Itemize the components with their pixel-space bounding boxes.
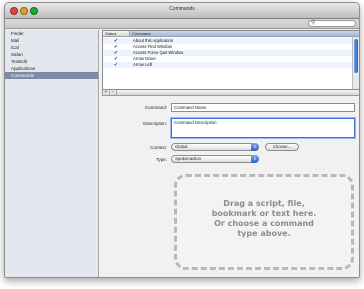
sidebar-item-safari[interactable]: Safari [5, 51, 98, 58]
search-icon: ⚲ [311, 20, 316, 26]
type-value: Spokenaction [175, 156, 202, 161]
description-field[interactable]: Command Description [171, 118, 355, 138]
choose-button[interactable]: Choose... [265, 143, 299, 151]
sidebar: Finder Mail iCal Safari TextEdit Applica… [5, 30, 99, 277]
sidebar-item-ical[interactable]: iCal [5, 44, 98, 51]
title-bar: Commands [5, 3, 359, 19]
scrollbar-thumb[interactable] [354, 39, 358, 73]
context-popup[interactable]: Global ⇕ [171, 143, 259, 151]
column-header-status[interactable]: Status [103, 31, 130, 37]
drop-zone[interactable]: Drag a script, file, bookmark or text he… [174, 174, 354, 270]
remove-command-button[interactable]: − [110, 90, 117, 95]
window-title: Commands [169, 6, 195, 12]
table-row[interactable]: ✔ Arrow Left [103, 62, 353, 68]
add-command-button[interactable]: + [103, 90, 110, 95]
sidebar-item-mail[interactable]: Mail [5, 37, 98, 44]
type-label: Type: [155, 157, 167, 162]
command-name-field[interactable]: Command Name [171, 103, 355, 112]
sidebar-item-applications[interactable]: Applications [5, 65, 98, 72]
context-label: Context: [150, 145, 167, 150]
table-scrollbar[interactable] [352, 37, 359, 89]
main-panel: Status Command ✔ About this Application … [100, 30, 359, 277]
drop-zone-instructions: Drag a script, file, bookmark or text he… [211, 199, 317, 238]
toolbar: ⚲ [5, 19, 359, 29]
sidebar-item-commands[interactable]: Commands [5, 72, 98, 79]
window: Commands ⚲ Finder Mail iCal Safari TextE… [4, 2, 360, 278]
commands-table: Status Command ✔ About this Application … [102, 30, 359, 90]
search-field[interactable]: ⚲ [308, 20, 356, 27]
popup-arrows-icon: ⇕ [251, 143, 259, 151]
command-label: Command: [144, 105, 167, 110]
checkmark-icon[interactable]: ✔ [113, 62, 119, 68]
type-popup[interactable]: Spokenaction ⇕ [171, 155, 259, 163]
sidebar-item-finder[interactable]: Finder [5, 30, 98, 37]
context-value: Global [175, 144, 188, 149]
table-footer: + − [102, 90, 359, 96]
description-label: Description: [143, 121, 167, 126]
row-command-label: Arrow Left [133, 62, 153, 67]
sidebar-item-textedit[interactable]: TextEdit [5, 58, 98, 65]
column-header-command[interactable]: Command [130, 31, 359, 37]
popup-arrows-icon: ⇕ [251, 155, 259, 163]
